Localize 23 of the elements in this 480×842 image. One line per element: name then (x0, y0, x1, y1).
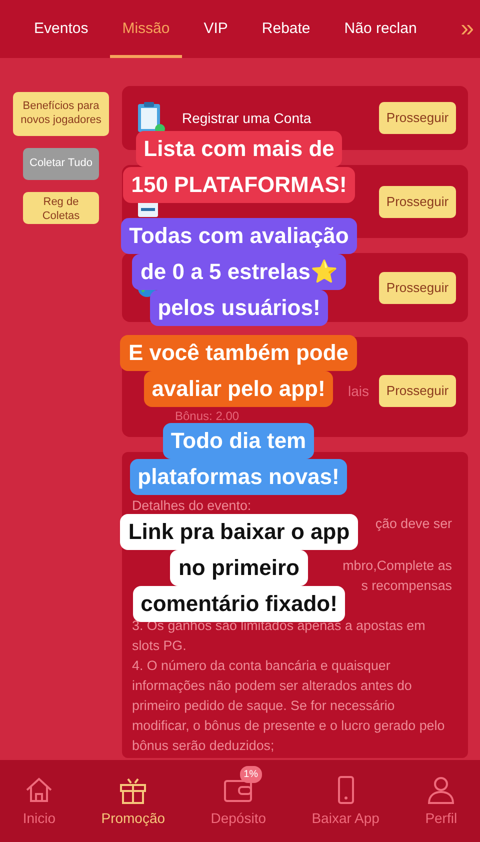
badge-label: 1% (240, 766, 262, 782)
tab[interactable]: Rebate (250, 0, 322, 58)
details-text: ção deve ser (375, 515, 452, 533)
task-title: Registrar uma Conta (182, 108, 312, 128)
proceed-button[interactable]: Prosseguir (379, 375, 456, 407)
clipboard-icon (138, 101, 166, 135)
task-title: lais (348, 383, 369, 400)
tab[interactable]: Eventos (22, 0, 100, 58)
nav-item[interactable]: Promoção (101, 774, 166, 828)
tab[interactable]: VIP (192, 0, 240, 58)
details-text: s recompensas (361, 577, 452, 595)
more-tabs-button[interactable]: » (454, 0, 480, 58)
bonus-text: Bônus: 2.00 (175, 409, 240, 423)
tab[interactable]: Missão (110, 0, 182, 58)
details-text: 4. O número da conta bancária e quaisquer informações não podem ser alterados antes do primeiro pedido de saque. Se for necessário modificar, o bônus de presente e o lucro gerado pelo bônus serão deduzidos; (132, 657, 446, 755)
side-button[interactable]: Benefícios para novos jogadores (13, 92, 109, 136)
side-button[interactable]: Reg de Coletas (23, 192, 99, 224)
proceed-button[interactable]: Prosseguir (379, 102, 456, 134)
details-text: mbro,Complete as (342, 557, 452, 575)
details-text: Detalhes do evento: (132, 498, 252, 514)
proceed-button[interactable]: Prosseguir (379, 186, 456, 218)
tab[interactable]: Não reclan (332, 0, 429, 58)
proceed-button[interactable]: Prosseguir (379, 272, 456, 304)
